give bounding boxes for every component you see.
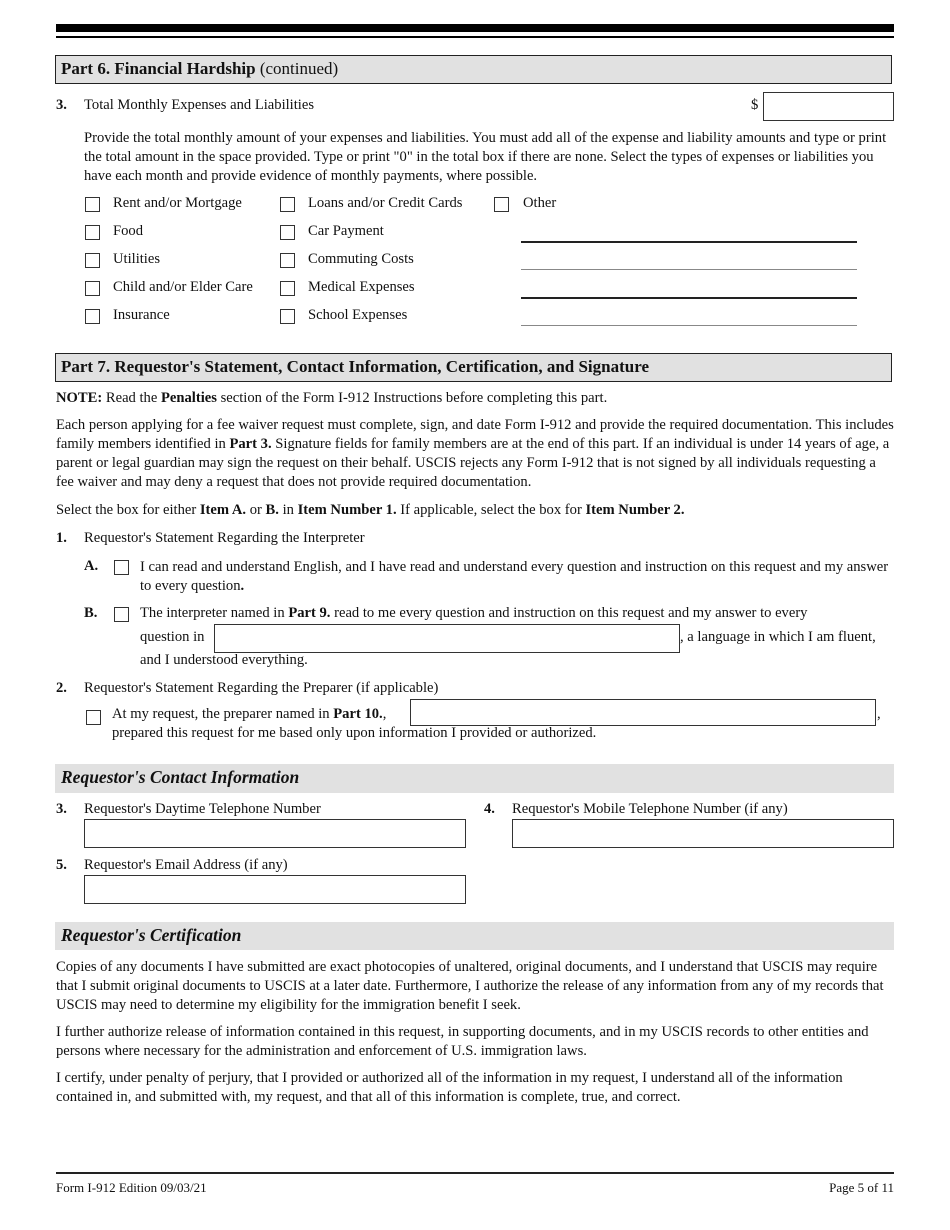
note-text: Read the xyxy=(102,390,161,406)
mobile-phone-label: Requestor's Mobile Telephone Number (if … xyxy=(512,801,788,817)
daytime-phone-input[interactable] xyxy=(84,819,466,848)
note-penalties: Penalties xyxy=(160,390,217,406)
expense-checkbox[interactable] xyxy=(280,281,295,296)
select-text: in xyxy=(278,502,298,518)
daytime-phone-label: Requestor's Daytime Telephone Number xyxy=(84,801,321,817)
expense-checkbox[interactable] xyxy=(280,253,295,268)
other-label: Other xyxy=(523,195,557,211)
other-line-1[interactable] xyxy=(521,241,857,243)
footer-page-number: Page 5 of 11 xyxy=(829,1180,894,1195)
mobile-phone-input[interactable] xyxy=(512,819,894,848)
item2-text-1: At my request, the preparer named in xyxy=(112,706,334,722)
item2-label: Requestor's Statement Regarding the Prep… xyxy=(84,680,439,696)
expense-checkbox-label: Food xyxy=(113,223,144,239)
select-text: If applicable, select the box for xyxy=(396,502,586,518)
item3-instructions: Provide the total monthly amount of your… xyxy=(84,130,887,184)
item3-contact-number: 3. xyxy=(56,801,67,817)
other-line-3[interactable] xyxy=(521,297,857,299)
expense-checkbox[interactable] xyxy=(280,225,295,240)
footer-rule xyxy=(56,1172,894,1174)
item2-part10: Part 10. xyxy=(333,706,383,722)
item1a-text-main: I can read and understand English, and I… xyxy=(140,559,889,594)
item1-label: Requestor's Statement Regarding the Inte… xyxy=(84,530,365,546)
other-checkbox[interactable] xyxy=(494,197,509,212)
part6-header-title: Part 6. Financial Hardship xyxy=(61,59,256,78)
select-text: or xyxy=(246,502,266,518)
email-label: Requestor's Email Address (if any) xyxy=(84,857,288,873)
item1a-checkbox[interactable] xyxy=(114,560,129,575)
item1b-part9: Part 9. xyxy=(288,605,331,621)
top-rule-thin xyxy=(56,36,894,38)
interpreter-language-input[interactable] xyxy=(214,624,680,653)
note: NOTE: Read the Penalties section of the … xyxy=(56,389,896,408)
other-line-4[interactable] xyxy=(521,325,857,326)
select-item-b: B. xyxy=(265,502,279,518)
item3-label: Total Monthly Expenses and Liabilities xyxy=(84,97,315,113)
note-text-end: section of the Form I-912 Instructions b… xyxy=(216,390,608,406)
item1a-letter: A. xyxy=(84,558,99,574)
expense-checkbox-label: Car Payment xyxy=(308,223,384,239)
select-instruction: Select the box for either Item A. or B. … xyxy=(56,501,896,520)
item1b-fluent-text: , a language in which I am fluent, xyxy=(680,629,876,645)
intro-part3: Part 3. xyxy=(229,436,272,452)
expense-checkbox[interactable] xyxy=(85,281,100,296)
expense-checkbox[interactable] xyxy=(85,309,100,324)
expense-checkbox[interactable] xyxy=(85,253,100,268)
item1b-understood-text: and I understood everything. xyxy=(140,652,308,668)
certification-paragraph-1: Copies of any documents I have submitted… xyxy=(56,959,884,1013)
select-item-number-2: Item Number 2. xyxy=(585,502,685,518)
item1b-text-1: The interpreter named in xyxy=(140,605,289,621)
other-line-2[interactable] xyxy=(521,269,857,270)
item5-number: 5. xyxy=(56,857,67,873)
select-item-number-1: Item Number 1. xyxy=(297,502,397,518)
note-label: NOTE: xyxy=(56,390,103,406)
item1-number: 1. xyxy=(56,530,67,546)
contact-info-header: Requestor's Contact Information xyxy=(55,764,894,793)
expense-checkbox-label: School Expenses xyxy=(308,307,408,323)
part7-header: Part 7. Requestor's Statement, Contact I… xyxy=(55,353,892,382)
total-monthly-expenses-input[interactable] xyxy=(763,92,894,121)
item2-text: At my request, the preparer named in Par… xyxy=(112,706,386,723)
expense-checkbox-label: Commuting Costs xyxy=(308,251,414,267)
item2-trailing-comma: , xyxy=(877,706,881,722)
item1b-checkbox[interactable] xyxy=(114,607,129,622)
item2-number: 2. xyxy=(56,680,67,696)
certification-paragraph-3: I certify, under penalty of perjury, tha… xyxy=(56,1070,843,1105)
preparer-name-input[interactable] xyxy=(410,699,876,726)
expense-checkbox-label: Child and/or Elder Care xyxy=(113,279,253,295)
email-input[interactable] xyxy=(84,875,466,904)
expense-checkbox-label: Rent and/or Mortgage xyxy=(113,195,242,211)
item1b-letter: B. xyxy=(84,605,98,621)
certification-header: Requestor's Certification xyxy=(55,922,894,950)
top-rule-thick xyxy=(56,24,894,32)
item1b-text: The interpreter named in Part 9. read to… xyxy=(140,605,807,622)
item1a-text: I can read and understand English, and I… xyxy=(140,558,900,596)
item1b-text-2: read to me every question and instructio… xyxy=(330,605,808,621)
item3-number: 3. xyxy=(56,97,67,113)
currency-symbol: $ xyxy=(751,97,759,113)
expense-checkbox-label: Insurance xyxy=(113,307,170,323)
part6-header: Part 6. Financial Hardship (continued) xyxy=(55,55,892,84)
expense-checkbox[interactable] xyxy=(280,309,295,324)
expense-checkbox[interactable] xyxy=(85,197,100,212)
expense-checkbox-label: Utilities xyxy=(113,251,161,267)
expense-checkbox[interactable] xyxy=(280,197,295,212)
expense-checkbox[interactable] xyxy=(85,225,100,240)
item1b-question-in: question in xyxy=(140,629,205,645)
item2-comma: , xyxy=(382,706,387,722)
select-text: Select the box for either xyxy=(56,502,200,518)
intro-paragraph: Each person applying for a fee waiver re… xyxy=(56,416,896,492)
part6-header-continued: (continued) xyxy=(255,59,339,78)
item4-number: 4. xyxy=(484,801,495,817)
select-item-a: Item A. xyxy=(199,502,247,518)
item1a-period: . xyxy=(240,578,245,594)
certification-paragraph-2: I further authorize release of informati… xyxy=(56,1024,869,1059)
item2-text-3: prepared this request for me based only … xyxy=(112,725,597,741)
expense-checkbox-label: Loans and/or Credit Cards xyxy=(308,195,463,211)
expense-checkbox-label: Medical Expenses xyxy=(308,279,415,295)
item2-checkbox[interactable] xyxy=(86,710,101,725)
footer-form-edition: Form I-912 Edition 09/03/21 xyxy=(56,1180,207,1195)
